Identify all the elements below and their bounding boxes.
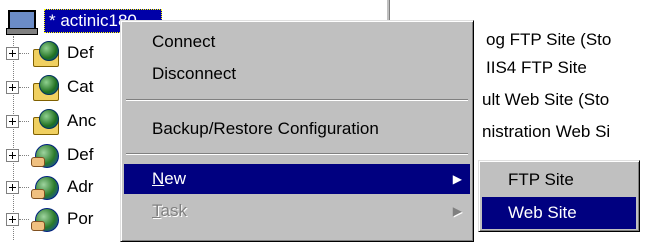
list-item[interactable]: IIS4 FTP Site: [486, 56, 587, 80]
tree-node-label: Def: [67, 145, 94, 164]
menu-separator: [126, 99, 468, 101]
submenu-item-web-site[interactable]: Web Site: [482, 197, 636, 229]
tree-node[interactable]: Adr: [6, 172, 93, 202]
expand-plus-icon[interactable]: [6, 80, 19, 94]
menu-item-task-mnemonic: T: [152, 201, 161, 220]
tree-node[interactable]: Anc: [6, 106, 96, 136]
tree-node[interactable]: Cat: [6, 72, 93, 102]
submenu-arrow-icon: ▶: [452, 172, 462, 186]
expand-plus-icon[interactable]: [6, 180, 19, 194]
tree-node[interactable]: Def: [6, 140, 93, 170]
list-item[interactable]: ult Web Site (Sto: [482, 88, 609, 112]
tree-node-label: Cat: [67, 77, 94, 96]
tree-node[interactable]: Por: [6, 204, 93, 234]
menu-item-task-label: ask: [160, 201, 187, 220]
list-item[interactable]: nistration Web Si: [482, 120, 610, 144]
folder-globe-icon: [31, 107, 61, 135]
expand-plus-icon[interactable]: [6, 114, 19, 128]
folder-globe-icon: [31, 39, 61, 67]
expand-plus-icon[interactable]: [6, 46, 19, 60]
tree-node-label: Def: [67, 43, 94, 62]
context-menu: Connect Disconnect Backup/Restore Config…: [120, 20, 474, 242]
menu-item-disconnect[interactable]: Disconnect: [124, 59, 470, 89]
menu-item-new-label: ew: [164, 169, 187, 188]
expand-plus-icon[interactable]: [6, 212, 19, 226]
menu-item-backup-restore[interactable]: Backup/Restore Configuration: [124, 114, 470, 144]
list-item[interactable]: og FTP Site (Sto: [486, 28, 611, 52]
globe-icon: [31, 205, 61, 233]
folder-globe-icon: [31, 73, 61, 101]
menu-separator: [126, 153, 468, 155]
tree-node[interactable]: Def: [6, 38, 93, 68]
new-submenu: FTP Site Web Site: [478, 160, 640, 232]
menu-item-connect[interactable]: Connect: [124, 27, 470, 57]
menu-item-task[interactable]: Task ▶: [124, 196, 470, 226]
expand-plus-icon[interactable]: [6, 148, 19, 162]
submenu-arrow-icon: ▶: [452, 204, 462, 218]
computer-icon: [6, 8, 40, 35]
menu-item-new-mnemonic: N: [152, 169, 165, 188]
tree-node-label: Por: [67, 209, 94, 228]
globe-icon: [31, 141, 61, 169]
submenu-item-ftp-site[interactable]: FTP Site: [482, 164, 636, 196]
menu-item-new[interactable]: New ▶: [124, 164, 470, 194]
tree-node-label: Anc: [67, 111, 97, 130]
globe-icon: [31, 173, 61, 201]
tree-node-label: Adr: [67, 177, 94, 196]
